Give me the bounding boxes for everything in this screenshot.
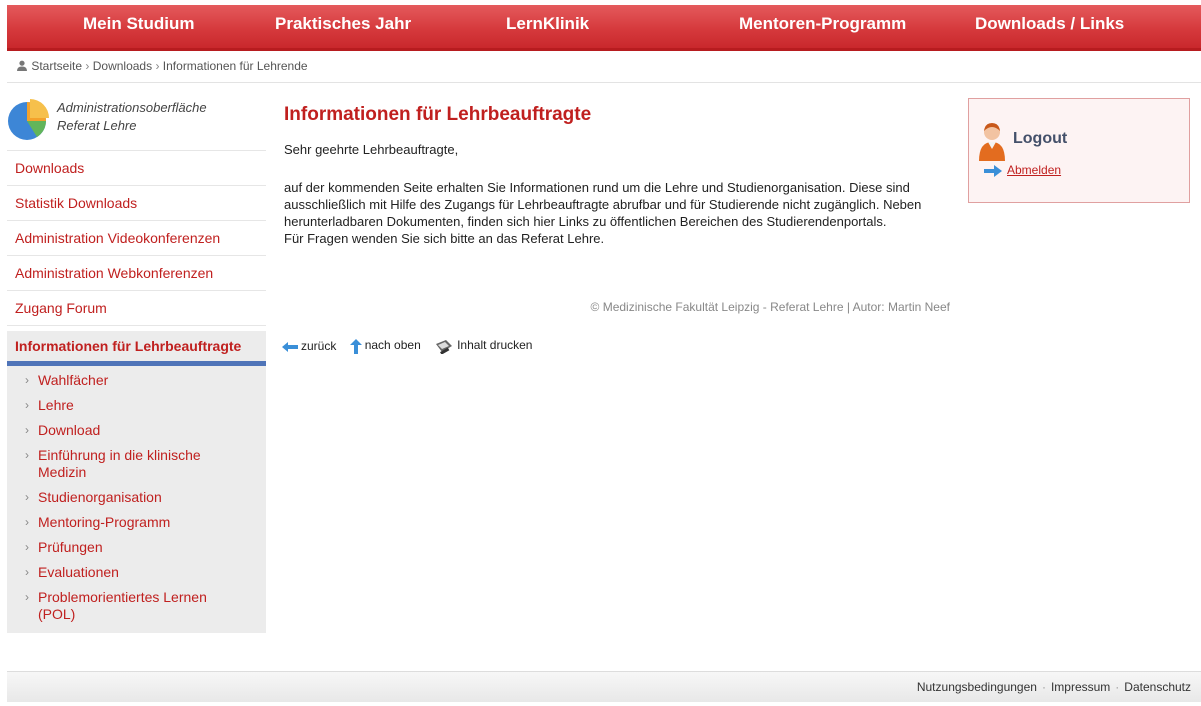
top-link[interactable]: nach oben <box>349 338 421 354</box>
intro-text: auf der kommenden Seite erhalten Sie Inf… <box>284 180 922 246</box>
subnav-item-download[interactable]: › Download <box>7 418 266 443</box>
back-link[interactable]: zurück <box>282 339 336 353</box>
logout-link[interactable]: Abmelden <box>1007 163 1061 177</box>
subnav-item-evaluationen[interactable]: › Evaluationen <box>7 560 266 585</box>
main-content: Informationen für Lehrbeauftragte Sehr g… <box>284 104 954 247</box>
subnav-item-pruefungen[interactable]: › Prüfungen <box>7 535 266 560</box>
subnav-item-lehre[interactable]: › Lehre <box>7 393 266 418</box>
nav-item-mentoren-programm[interactable]: Mentoren-Programm <box>739 14 906 34</box>
breadcrumb-home[interactable]: Startseite <box>31 59 82 73</box>
arrow-right-icon <box>984 165 1002 177</box>
nav-item-mein-studium[interactable]: Mein Studium <box>83 14 194 34</box>
nav-item-downloads-links[interactable]: Downloads / Links <box>975 14 1124 34</box>
page-title: Informationen für Lehrbeauftragte <box>284 104 592 125</box>
divider <box>7 82 1201 83</box>
logout-panel: Logout Abmelden <box>968 98 1190 203</box>
subnav-item-wahlfaecher[interactable]: › Wahlfächer <box>7 368 266 393</box>
footer: Nutzungsbedingungen · Impressum · Datenschut… <box>7 671 1201 702</box>
subnav-item-pol[interactable]: › Problemorientiertes Lernen (POL) <box>7 585 226 627</box>
footer-imprint-link[interactable]: Impressum <box>1051 680 1110 694</box>
arrow-up-icon <box>349 338 362 354</box>
copyright: © Medizinische Fakultät Leipzig - Refera… <box>590 300 950 314</box>
sidebar-item-statistik-downloads[interactable]: Statistik Downloads <box>7 186 266 221</box>
logout-title: Logout <box>1013 130 1068 147</box>
printer-icon <box>436 340 453 355</box>
sidebar-item-administration-webkonferenzen[interactable]: Administration Webkonferenzen <box>7 256 266 291</box>
sidebar-subnav: › Wahlfächer › Lehre › Download › Einführung… <box>7 366 266 633</box>
breadcrumb-downloads[interactable]: Downloads <box>93 59 152 73</box>
sidebar: Administrationsoberfläche Referat Lehre … <box>7 95 266 633</box>
avatar-icon <box>979 123 1005 161</box>
greeting: Sehr geehrte Lehrbeauftragte, <box>284 142 459 157</box>
sidebar-item-zugang-forum[interactable]: Zugang Forum <box>7 291 266 326</box>
footer-privacy-link[interactable]: Datenschutz <box>1124 680 1191 694</box>
subnav-item-einfuehrung-klinische-medizin[interactable]: › Einführung in die klinische Medizin <box>7 443 226 485</box>
admin-header[interactable]: Administrationsoberfläche Referat Lehre <box>7 95 266 151</box>
page-actions: zurück nach oben Inhalt drucken <box>282 338 542 355</box>
top-navigation: Mein Studium Praktisches Jahr LernKlinik… <box>7 5 1201 51</box>
user-icon <box>17 60 27 71</box>
nav-item-lernklinik[interactable]: LernKlinik <box>506 14 589 34</box>
sidebar-item-downloads[interactable]: Downloads <box>7 151 266 186</box>
sidebar-item-administration-videokonferenzen[interactable]: Administration Videokonferenzen <box>7 221 266 256</box>
sidebar-item-informationen-lehrbeauftragte[interactable]: Informationen für Lehrbeauftragte <box>7 331 266 366</box>
breadcrumb-current: Informationen für Lehrende <box>162 59 308 73</box>
arrow-left-icon <box>282 341 298 352</box>
pie-chart-icon <box>8 99 49 140</box>
nav-item-praktisches-jahr[interactable]: Praktisches Jahr <box>275 14 411 34</box>
breadcrumb: Startseite › Downloads › Informationen f… <box>16 59 308 73</box>
subnav-item-mentoring-programm[interactable]: › Mentoring-Programm <box>7 510 266 535</box>
footer-terms-link[interactable]: Nutzungsbedingungen <box>917 680 1037 694</box>
admin-label: Administrationsoberfläche Referat Lehre <box>57 100 207 133</box>
subnav-item-studienorganisation[interactable]: › Studienorganisation <box>7 485 266 510</box>
print-link[interactable]: Inhalt drucken <box>434 338 532 355</box>
